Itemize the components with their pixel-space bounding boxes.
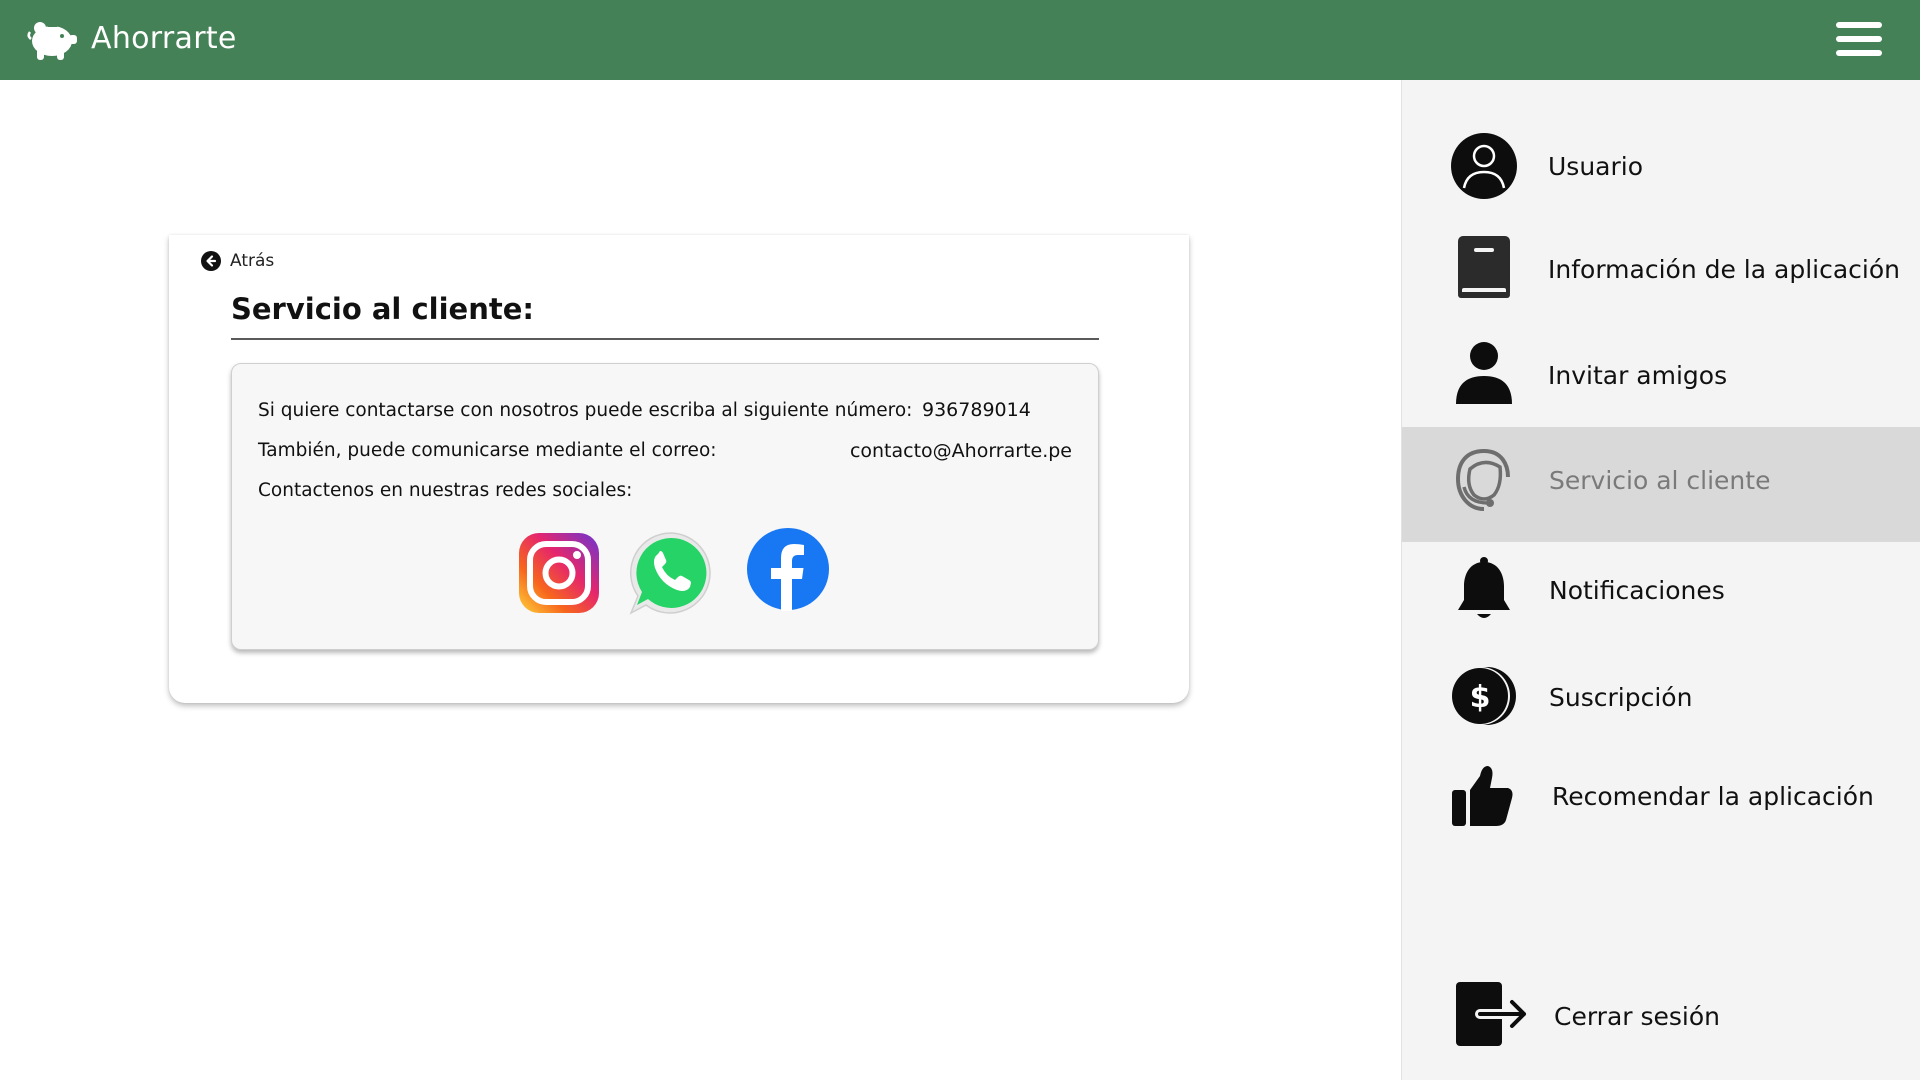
person-icon xyxy=(1456,342,1512,404)
customer-service-card: Atrás Servicio al cliente: Si quiere con… xyxy=(169,235,1189,703)
sidebar-item-recomendar[interactable]: Recomendar la aplicación xyxy=(1402,760,1920,870)
back-label: Atrás xyxy=(230,251,275,271)
back-button[interactable]: Atrás xyxy=(201,251,274,271)
sidebar-item-label: Información de la aplicación xyxy=(1548,255,1900,284)
logout-icon xyxy=(1456,982,1529,1046)
sidebar-item-label: Servicio al cliente xyxy=(1549,466,1771,495)
sidebar-item-label: Suscripción xyxy=(1549,683,1693,712)
app-name: Ahorrarte xyxy=(91,21,237,56)
page-title: Servicio al cliente: xyxy=(231,292,534,326)
svg-text:$: $ xyxy=(1470,680,1491,715)
bell-icon xyxy=(1458,557,1510,618)
sidebar-item-label: Cerrar sesión xyxy=(1554,1002,1721,1031)
whatsapp-icon[interactable] xyxy=(628,530,714,616)
sidebar-item-suscripcion[interactable]: $ Suscripción xyxy=(1402,660,1920,770)
sidebar-item-servicio[interactable]: Servicio al cliente xyxy=(1402,427,1920,542)
title-divider xyxy=(231,338,1099,340)
thumbs-up-icon xyxy=(1452,766,1513,826)
facebook-icon[interactable] xyxy=(746,527,830,611)
arrow-left-circle-icon xyxy=(201,251,221,271)
email-text: También, puede comunicarse mediante el c… xyxy=(258,440,717,461)
user-circle-icon xyxy=(1451,133,1517,199)
sidebar-item-label: Usuario xyxy=(1548,152,1644,181)
sidebar-item-notificaciones[interactable]: Notificaciones xyxy=(1402,554,1920,664)
dollar-coin-icon: $ xyxy=(1452,667,1516,725)
phone-number: 936789014 xyxy=(922,399,1031,421)
headset-icon xyxy=(1455,449,1510,511)
sidebar-item-label: Recomendar la aplicación xyxy=(1552,782,1874,811)
top-bar: Ahorrarte xyxy=(0,0,1920,80)
phone-text: Si quiere contactarse con nosotros puede… xyxy=(258,400,913,421)
instagram-icon[interactable] xyxy=(518,532,600,614)
sidebar-item-label: Invitar amigos xyxy=(1548,361,1728,390)
book-icon xyxy=(1458,236,1510,298)
sidebar-item-label: Notificaciones xyxy=(1549,576,1725,605)
social-text: Contactenos en nuestras redes sociales: xyxy=(258,480,633,501)
sidebar-item-informacion[interactable]: Información de la aplicación xyxy=(1402,234,1920,344)
sidebar-item-usuario[interactable]: Usuario xyxy=(1402,132,1920,242)
hamburger-menu-icon[interactable] xyxy=(1836,20,1884,58)
contact-info-box: Si quiere contactarse con nosotros puede… xyxy=(231,363,1099,650)
piggy-bank-icon[interactable] xyxy=(27,15,77,63)
email-address[interactable]: contacto@Ahorrarte.pe xyxy=(850,440,1072,462)
logout-button[interactable]: Cerrar sesión xyxy=(1402,970,1920,1080)
sidebar: Usuario Información de la aplicación Inv… xyxy=(1401,80,1920,1080)
